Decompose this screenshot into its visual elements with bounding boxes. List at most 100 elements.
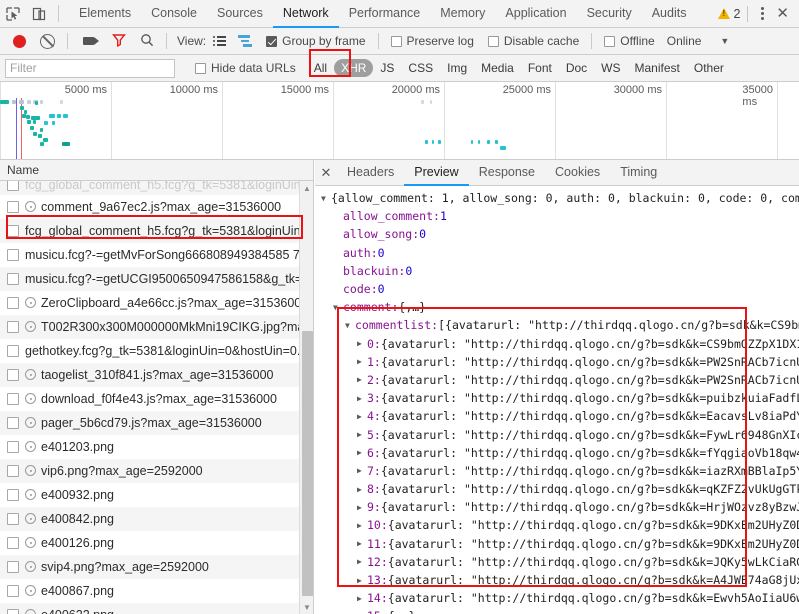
table-row[interactable]: e400932.png: [0, 483, 313, 507]
table-row[interactable]: svip4.png?max_age=2592000: [0, 555, 313, 579]
table-row[interactable]: e400842.png: [0, 507, 313, 531]
disable-cache-checkbox[interactable]: Disable cache: [487, 34, 579, 48]
table-row[interactable]: vip6.png?max_age=2592000: [0, 459, 313, 483]
json-line[interactable]: ▶ 3: {avatarurl: "http://thirdqq.qlogo.cn…: [315, 389, 799, 407]
table-row[interactable]: comment_9a67ec2.js?max_age=31536000: [0, 195, 313, 219]
tab-network[interactable]: Network: [272, 0, 339, 28]
preserve-log-checkbox[interactable]: Preserve log: [390, 34, 474, 48]
chevron-down-icon[interactable]: ▼: [333, 303, 343, 312]
json-line[interactable]: ▶ 12: {avatarurl: "http://thirdqq.qlogo.c…: [315, 553, 799, 571]
chevron-right-icon[interactable]: ▶: [357, 485, 367, 494]
network-overview-timeline[interactable]: 5000 ms 10000 ms 15000 ms 20000 ms 25000…: [0, 82, 799, 160]
chevron-right-icon[interactable]: ▶: [357, 503, 367, 512]
record-button[interactable]: [13, 34, 26, 48]
request-checkbox[interactable]: [7, 224, 19, 237]
json-line[interactable]: ▶allow_song: 0: [315, 225, 799, 243]
chevron-right-icon[interactable]: ▶: [357, 576, 367, 585]
tab-sources[interactable]: Sources: [207, 0, 273, 28]
chevron-right-icon[interactable]: ▶: [357, 539, 367, 548]
json-line[interactable]: ▶ 2: {avatarurl: "http://thirdqq.qlogo.cn…: [315, 371, 799, 389]
json-line[interactable]: ▼ commentlist: [{avatarurl: "http://third…: [315, 316, 799, 334]
chevron-right-icon[interactable]: ▶: [357, 466, 367, 475]
request-checkbox[interactable]: [7, 536, 19, 549]
json-line[interactable]: ▶auth: 0: [315, 244, 799, 262]
search-icon[interactable]: [140, 33, 154, 50]
request-checkbox[interactable]: [7, 392, 19, 405]
json-line[interactable]: ▶allow_comment: 1: [315, 207, 799, 225]
tab-console[interactable]: Console: [141, 0, 207, 28]
table-row[interactable]: e400622.png: [0, 603, 313, 614]
tab-security[interactable]: Security: [577, 0, 642, 28]
filter-type-font[interactable]: Font: [521, 59, 559, 77]
requests-scrollbar[interactable]: ▲ ▼: [299, 181, 313, 614]
camera-icon[interactable]: [83, 37, 99, 45]
json-line[interactable]: ▶ 14: {avatarurl: "http://thirdqq.qlogo.c…: [315, 589, 799, 607]
request-checkbox[interactable]: [7, 296, 19, 309]
json-line[interactable]: ▶ 4: {avatarurl: "http://thirdqq.qlogo.cn…: [315, 407, 799, 425]
json-line[interactable]: ▶ 10: {avatarurl: "http://thirdqq.qlogo.c…: [315, 516, 799, 534]
tab-performance[interactable]: Performance: [339, 0, 431, 28]
table-row[interactable]: T002R300x300M000000MkMni19CIKG.jpg?max_a: [0, 315, 313, 339]
request-checkbox[interactable]: [7, 344, 19, 357]
chevron-right-icon[interactable]: ▶: [357, 521, 367, 530]
json-line[interactable]: ▶ 0: {avatarurl: "http://thirdqq.qlogo.cn…: [315, 335, 799, 353]
table-row[interactable]: musicu.fcg?-=getMvForSong666808949384585…: [0, 243, 313, 267]
toggle-device-toolbar-icon[interactable]: [26, 1, 52, 27]
chevron-right-icon[interactable]: ▶: [357, 339, 367, 348]
chevron-down-icon[interactable]: ▼: [720, 36, 729, 46]
clear-button[interactable]: [40, 33, 55, 49]
search-input[interactable]: [5, 58, 175, 78]
table-row[interactable]: fcg_global_comment_h5.fcg?g_tk=5381&logi…: [0, 181, 313, 195]
json-line[interactable]: ▶ 7: {avatarurl: "http://thirdqq.qlogo.cn…: [315, 462, 799, 480]
request-checkbox[interactable]: [7, 200, 19, 213]
json-line[interactable]: ▶ 11: {avatarurl: "http://thirdqq.qlogo.c…: [315, 535, 799, 553]
request-checkbox[interactable]: [7, 368, 19, 381]
chevron-right-icon[interactable]: ▶: [357, 557, 367, 566]
json-line[interactable]: ▶ 6: {avatarurl: "http://thirdqq.qlogo.cn…: [315, 444, 799, 462]
kebab-menu-icon[interactable]: [755, 7, 770, 20]
chevron-right-icon[interactable]: ▶: [357, 594, 367, 603]
filter-funnel-icon[interactable]: [111, 33, 127, 50]
table-row[interactable]: musicu.fcg?-=getUCGI9500650947586158&g_t…: [0, 267, 313, 291]
request-checkbox[interactable]: [7, 272, 19, 285]
table-row[interactable]: e400126.png: [0, 531, 313, 555]
table-row[interactable]: e400867.png: [0, 579, 313, 603]
offline-checkbox[interactable]: Offline: [604, 34, 655, 48]
tab-headers[interactable]: Headers: [337, 160, 404, 186]
inspect-element-icon[interactable]: [0, 1, 26, 27]
request-checkbox[interactable]: [7, 512, 19, 525]
request-checkbox[interactable]: [7, 608, 19, 614]
tab-cookies[interactable]: Cookies: [545, 160, 610, 186]
warning-badge[interactable]: 2: [718, 7, 740, 21]
tab-response[interactable]: Response: [469, 160, 545, 186]
tab-application[interactable]: Application: [495, 0, 576, 28]
filter-type-other[interactable]: Other: [687, 59, 731, 77]
filter-type-css[interactable]: CSS: [401, 59, 440, 77]
filter-type-img[interactable]: Img: [440, 59, 474, 77]
close-devtools-icon[interactable]: ✕: [770, 6, 795, 21]
table-row[interactable]: gethotkey.fcg?g_tk=5381&loginUin=0&hostU…: [0, 339, 313, 363]
requests-list[interactable]: fcg_global_comment_h5.fcg?g_tk=5381&logi…: [0, 181, 313, 614]
filter-type-media[interactable]: Media: [474, 59, 521, 77]
filter-type-all[interactable]: All: [307, 59, 334, 77]
filter-type-js[interactable]: JS: [373, 59, 401, 77]
json-line[interactable]: ▶15: {,…}: [315, 607, 799, 614]
table-row[interactable]: pager_5b6cd79.js?max_age=31536000: [0, 411, 313, 435]
json-line[interactable]: ▶ 13: {avatarurl: "http://thirdqq.qlogo.c…: [315, 571, 799, 589]
close-detail-icon[interactable]: ✕: [315, 165, 337, 181]
list-view-icon[interactable]: [213, 36, 227, 46]
chevron-right-icon[interactable]: ▶: [357, 448, 367, 457]
filter-type-xhr[interactable]: XHR: [334, 59, 374, 77]
table-row[interactable]: fcg_global_comment_h5.fcg?g_tk=5381&logi…: [0, 219, 313, 243]
filter-type-doc[interactable]: Doc: [559, 59, 594, 77]
request-checkbox[interactable]: [7, 584, 19, 597]
tab-preview[interactable]: Preview: [404, 160, 469, 186]
table-row[interactable]: taogelist_310f841.js?max_age=31536000: [0, 363, 313, 387]
json-line[interactable]: ▶code: 0: [315, 280, 799, 298]
chevron-right-icon[interactable]: ▶: [357, 357, 367, 366]
chevron-right-icon[interactable]: ▶: [357, 412, 367, 421]
json-line[interactable]: ▼ comment: {,…}: [315, 298, 799, 316]
requests-column-header[interactable]: Name: [0, 160, 313, 181]
scroll-up-icon[interactable]: ▲: [300, 181, 313, 195]
scroll-down-icon[interactable]: ▼: [300, 600, 313, 614]
